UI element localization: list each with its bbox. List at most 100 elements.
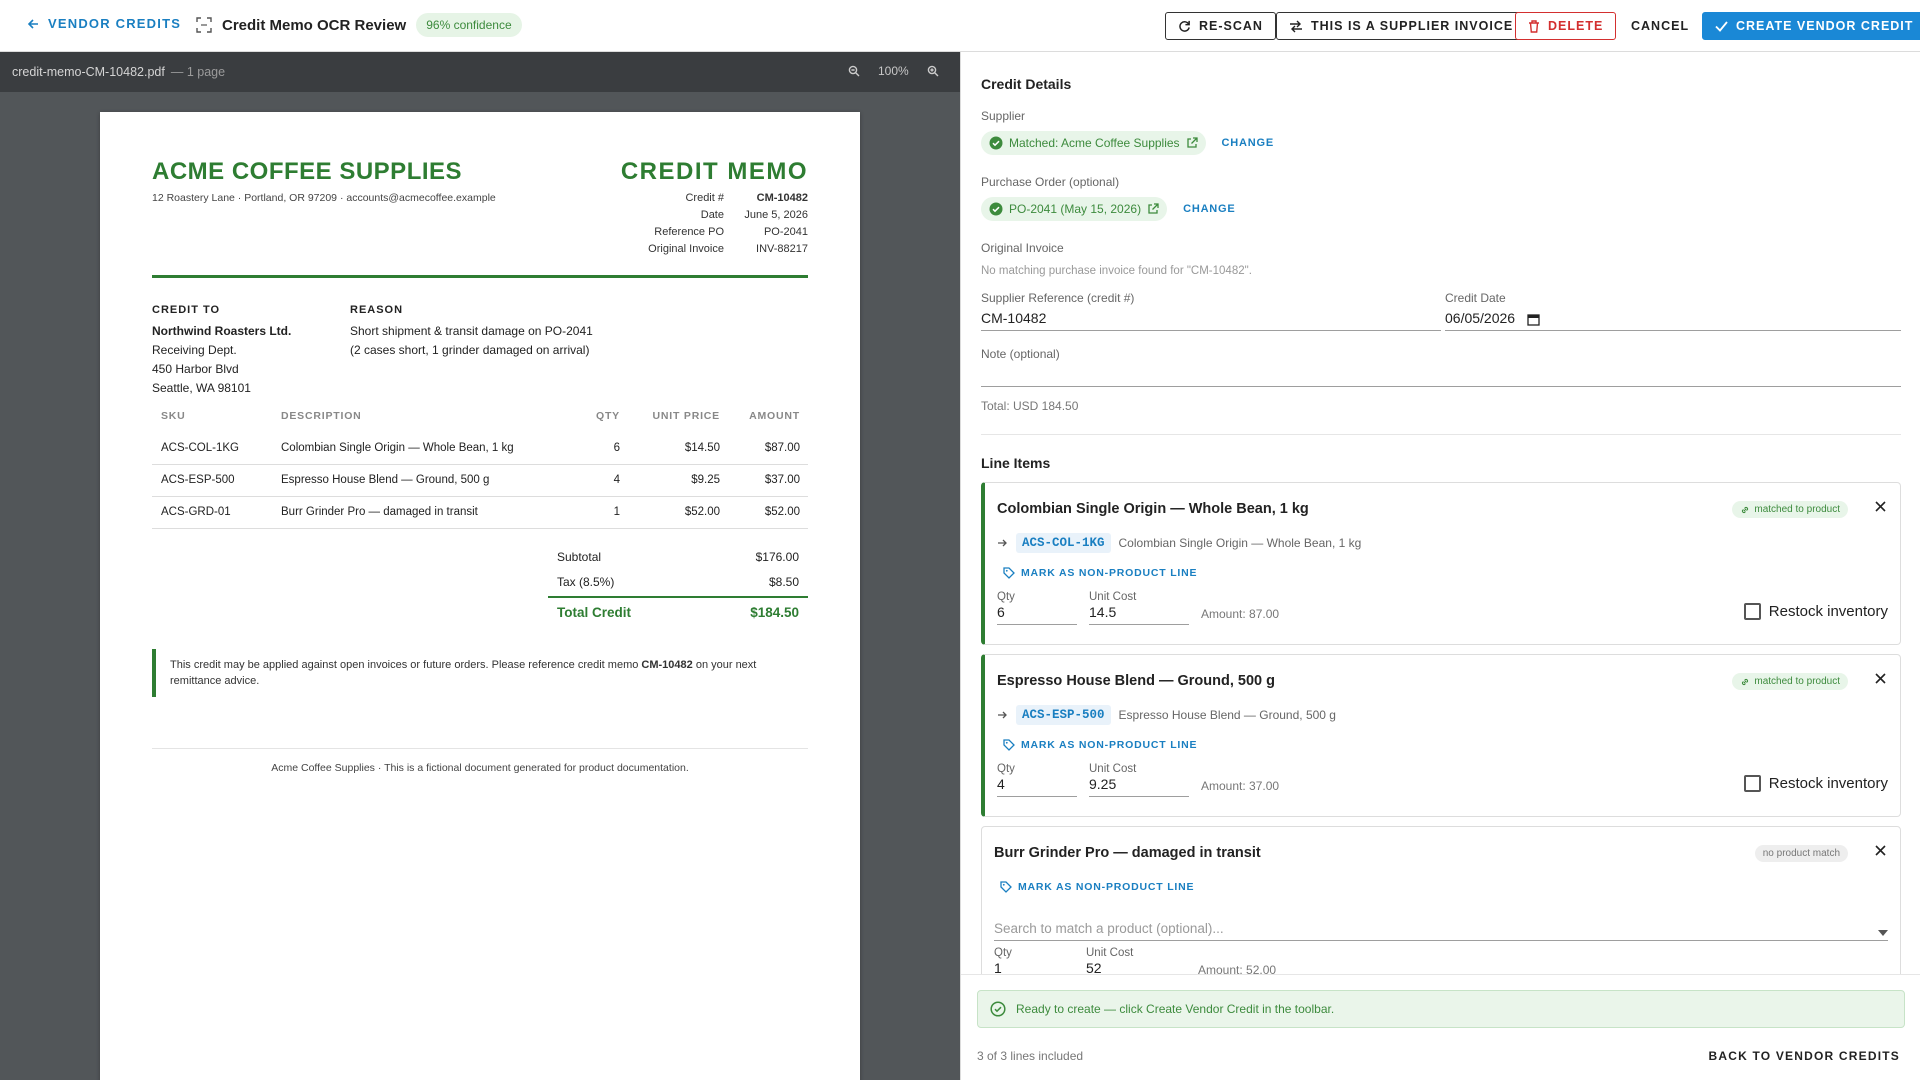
col-header: SKU bbox=[161, 410, 186, 422]
external-link-icon[interactable] bbox=[1147, 203, 1159, 215]
check-icon bbox=[1715, 20, 1728, 32]
change-po-link[interactable]: CHANGE bbox=[1183, 203, 1235, 215]
arrow-right-icon bbox=[997, 538, 1008, 548]
original-invoice-label: Original Invoice bbox=[981, 241, 1064, 255]
confidence-badge: 96% confidence bbox=[416, 13, 522, 37]
po-field: PO-2041 (May 15, 2026) CHANGE bbox=[981, 197, 1236, 221]
total-label: Total Credit bbox=[557, 604, 631, 620]
external-link-icon[interactable] bbox=[1186, 137, 1198, 149]
product-sku-chip[interactable]: ACS-ESP-500 bbox=[1016, 705, 1111, 725]
meta-key: Date bbox=[700, 209, 724, 221]
doc-meta: Credit # CM-10482 Date June 5, 2026 Refere… bbox=[620, 192, 808, 260]
supplier-reference-input[interactable]: CM-10482 bbox=[981, 305, 1441, 331]
zoom-out-icon[interactable] bbox=[848, 65, 860, 77]
credit-to-line: 450 Harbor Blvd bbox=[152, 362, 239, 376]
cell-description: Colombian Single Origin — Whole Bean, 1 … bbox=[272, 432, 568, 465]
rescan-button[interactable]: RE-SCAN bbox=[1165, 12, 1276, 40]
cell-sku: ACS-COL-1KG bbox=[152, 432, 272, 465]
doc-footer: Acme Coffee Supplies · This is a fiction… bbox=[271, 762, 689, 774]
meta-key: Original Invoice bbox=[648, 243, 724, 255]
cell-unit-price: $9.25 bbox=[628, 464, 728, 497]
unit-cost-input[interactable]: 9.25 bbox=[1089, 775, 1189, 797]
zoom-controls: 100% bbox=[848, 64, 939, 78]
footer-divider bbox=[152, 748, 808, 749]
unit-cost-label: Unit Cost bbox=[1086, 947, 1134, 959]
tag-icon bbox=[1000, 881, 1012, 893]
matched-product: ACS-ESP-500 Espresso House Blend — Groun… bbox=[997, 705, 1336, 725]
restock-checkbox[interactable]: Restock inventory bbox=[1743, 775, 1888, 792]
reason-heading: REASON bbox=[350, 304, 404, 316]
credit-date-input[interactable]: 06/05/2026 bbox=[1445, 305, 1901, 331]
restock-checkbox[interactable]: Restock inventory bbox=[1743, 603, 1888, 620]
supplier-label: Supplier bbox=[981, 109, 1026, 123]
delete-button[interactable]: DELETE bbox=[1515, 12, 1617, 40]
qty-input[interactable]: 6 bbox=[997, 603, 1077, 625]
doc-meta-row: Original Invoice INV-88217 bbox=[620, 243, 808, 260]
doc-totals: Subtotal $176.00 Tax (8.5%) $8.50 Total Cr… bbox=[548, 544, 808, 626]
product-search-select[interactable]: Search to match a product (optional)... bbox=[994, 915, 1888, 941]
calendar-icon[interactable] bbox=[1527, 313, 1540, 326]
create-vendor-credit-label: CREATE VENDOR CREDIT bbox=[1736, 19, 1914, 33]
badge-label: matched to product bbox=[1754, 504, 1840, 515]
restock-label: Restock inventory bbox=[1768, 603, 1888, 620]
meta-value: PO-2041 bbox=[763, 226, 808, 238]
credit-to-heading: CREDIT TO bbox=[152, 304, 221, 316]
back-to-vendor-credits-button[interactable]: BACK TO VENDOR CREDITS bbox=[1708, 1049, 1900, 1063]
dropdown-arrow-icon bbox=[1878, 930, 1888, 936]
mark-non-product-button[interactable]: MARK AS NON-PRODUCT LINE bbox=[1000, 881, 1194, 893]
meta-value: June 5, 2026 bbox=[744, 209, 808, 221]
note-input[interactable] bbox=[981, 361, 1901, 387]
mark-non-product-button[interactable]: MARK AS NON-PRODUCT LINE bbox=[1003, 739, 1197, 751]
doc-company-name: ACME COFFEE SUPPLIES bbox=[152, 158, 463, 185]
cell-sku: ACS-GRD-01 bbox=[152, 496, 272, 529]
credit-date-label: Credit Date bbox=[1445, 291, 1506, 305]
line-item-title: Burr Grinder Pro — damaged in transit bbox=[994, 845, 1261, 861]
cell-description: Espresso House Blend — Ground, 500 g bbox=[272, 464, 568, 497]
po-chip[interactable]: PO-2041 (May 15, 2026) bbox=[981, 197, 1168, 221]
back-link-label: VENDOR CREDITS bbox=[48, 16, 182, 31]
tag-icon bbox=[1003, 739, 1015, 751]
qty-input[interactable]: 4 bbox=[997, 775, 1077, 797]
rescan-label: RE-SCAN bbox=[1199, 19, 1263, 33]
zoom-level: 100% bbox=[878, 64, 909, 78]
table-row: ACS-COL-1KG Colombian Single Origin — Wh… bbox=[152, 432, 808, 465]
qty-field: Qty 6 bbox=[997, 591, 1077, 625]
doc-company-address: 12 Roastery Lane · Portland, OR 97209 · … bbox=[152, 192, 496, 204]
col-header: UNIT PRICE bbox=[652, 410, 720, 422]
mark-non-product-button[interactable]: MARK AS NON-PRODUCT LINE bbox=[1003, 567, 1197, 579]
arrow-right-icon bbox=[997, 710, 1008, 720]
line-item-title: Colombian Single Origin — Whole Bean, 1 … bbox=[997, 501, 1309, 517]
qty-label: Qty bbox=[997, 763, 1015, 775]
supplier-invoice-button[interactable]: THIS IS A SUPPLIER INVOICE bbox=[1276, 12, 1527, 40]
create-vendor-credit-button[interactable]: CREATE VENDOR CREDIT bbox=[1702, 12, 1920, 40]
tag-icon bbox=[1003, 567, 1015, 579]
tax-value: $8.50 bbox=[768, 574, 799, 589]
supplier-chip[interactable]: Matched: Acme Coffee Supplies bbox=[981, 131, 1206, 155]
cancel-label: CANCEL bbox=[1631, 19, 1690, 33]
supplier-invoice-label: THIS IS A SUPPLIER INVOICE bbox=[1311, 19, 1514, 33]
credit-to-line: Receiving Dept. bbox=[152, 343, 237, 357]
ready-status-text: Ready to create — click Create Vendor Cr… bbox=[1016, 1002, 1335, 1016]
unit-cost-label: Unit Cost bbox=[1089, 763, 1137, 775]
check-circle-icon bbox=[989, 202, 1003, 216]
credit-date-value: 06/05/2026 bbox=[1445, 310, 1516, 326]
supplier-reference-field: Supplier Reference (credit #) CM-10482 bbox=[981, 291, 1441, 331]
refresh-icon bbox=[1178, 20, 1191, 33]
tax-row: Tax (8.5%) $8.50 bbox=[548, 569, 808, 594]
product-sku-chip[interactable]: ACS-COL-1KG bbox=[1016, 533, 1111, 553]
po-chip-label: PO-2041 (May 15, 2026) bbox=[1009, 202, 1142, 216]
remove-line-icon[interactable] bbox=[1875, 845, 1886, 856]
change-supplier-link[interactable]: CHANGE bbox=[1222, 137, 1274, 149]
line-amount: Amount: 87.00 bbox=[1201, 607, 1280, 621]
badge-label: no product match bbox=[1762, 848, 1840, 859]
remove-line-icon[interactable] bbox=[1875, 673, 1886, 684]
col-header: QTY bbox=[596, 410, 620, 422]
mark-non-product-label: MARK AS NON-PRODUCT LINE bbox=[1018, 881, 1195, 893]
back-to-vendor-credits-link[interactable]: VENDOR CREDITS bbox=[26, 16, 181, 31]
zoom-in-icon[interactable] bbox=[927, 65, 939, 77]
viewer-toolbar: credit-memo-CM-10482.pdf — 1 page 100% bbox=[0, 52, 960, 92]
line-amount: Amount: 37.00 bbox=[1201, 779, 1280, 793]
unit-cost-input[interactable]: 14.5 bbox=[1089, 603, 1189, 625]
remove-line-icon[interactable] bbox=[1875, 501, 1886, 512]
cancel-button[interactable]: CANCEL bbox=[1619, 12, 1701, 40]
